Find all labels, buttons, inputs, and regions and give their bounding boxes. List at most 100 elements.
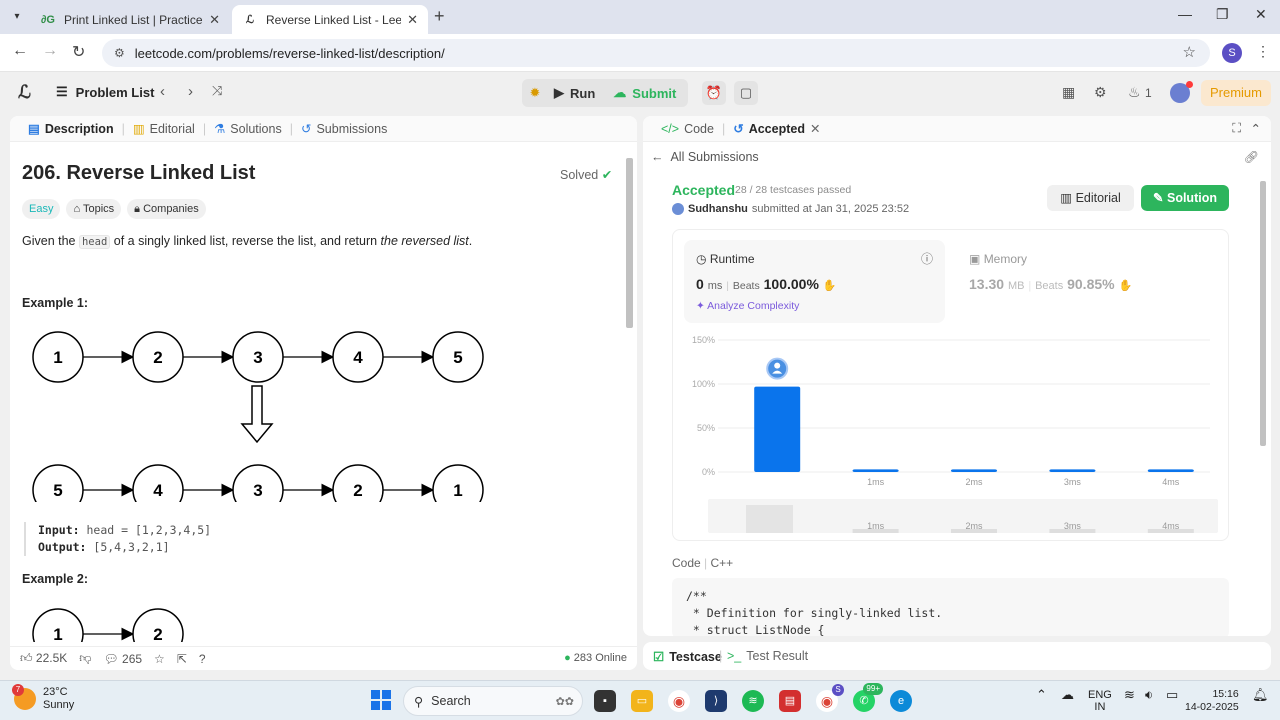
dislike-icon[interactable]: 👎︎ <box>79 651 91 666</box>
minimize-icon[interactable]: — <box>1178 6 1192 22</box>
tab-description[interactable]: ▤ Description <box>20 121 122 137</box>
submission-scrollbar[interactable] <box>1259 171 1267 631</box>
debug-icon[interactable]: ✹ <box>522 85 548 101</box>
problem-title[interactable]: 206. Reverse Linked List <box>22 162 255 185</box>
pdf-app-icon[interactable]: ▤ <box>779 690 801 712</box>
description-scrollbar[interactable] <box>624 146 634 636</box>
next-problem-icon[interactable]: › <box>188 83 193 100</box>
tab-close-icon[interactable]: ✕ <box>810 121 820 136</box>
topics-chip[interactable]: ⌂ Topics <box>66 199 122 219</box>
tab-test-result[interactable]: >_ Test Result <box>727 649 808 663</box>
tab-code[interactable]: </> Code <box>653 122 722 136</box>
shuffle-icon[interactable]: ⤨ <box>212 83 222 99</box>
list-node-value: 2 <box>153 625 162 642</box>
forward-icon[interactable]: → <box>42 42 58 60</box>
battery-icon[interactable]: ▭ <box>1166 688 1178 701</box>
editorial-button[interactable]: ▥ Editorial <box>1047 185 1134 211</box>
runtime-bar[interactable] <box>1147 469 1194 472</box>
memory-unit: MB <box>1007 280 1025 292</box>
notification-bell-icon[interactable]: 🔔︎ <box>1252 688 1269 701</box>
tab-editorial[interactable]: ▥ Editorial <box>125 121 203 137</box>
taskbar-search[interactable]: ⚲ Search ✿✿ <box>403 686 583 716</box>
submitted-code[interactable]: /** * Definition for singly-linked list.… <box>672 578 1229 636</box>
wifi-icon[interactable]: ≋ <box>1124 688 1135 701</box>
info-icon[interactable]: ⓘ <box>921 250 933 267</box>
tab-search-dropdown-icon[interactable]: ▾ <box>8 8 26 26</box>
vscode-icon[interactable]: ⟩ <box>705 690 727 712</box>
date: 14-02-2025 <box>1185 701 1239 713</box>
prev-problem-icon[interactable]: ‹ <box>160 83 165 100</box>
all-submissions-link[interactable]: ← All Submissions <box>651 150 759 164</box>
site-info-icon[interactable]: ⚙ <box>114 46 125 60</box>
list-node-value: 1 <box>453 481 462 500</box>
file-explorer-icon[interactable]: ▭ <box>631 690 653 712</box>
tab-accepted[interactable]: ↺ Accepted ✕ <box>725 121 828 137</box>
scroll-thumb[interactable] <box>1260 181 1266 446</box>
memory-box[interactable]: ▣ Memory 13.30 MB | Beats 90.85% ✋ <box>969 240 1219 323</box>
url-bar[interactable]: ⚙ leetcode.com/problems/reverse-linked-l… <box>102 39 1210 67</box>
browser-tab-geeks[interactable]: ∂G Print Linked List | Practice | Geeks … <box>30 5 230 34</box>
user-avatar[interactable] <box>1170 81 1193 103</box>
runtime-box[interactable]: ◷ Runtime ⓘ 0 ms | Beats 100.00% ✋ ✦ Ana… <box>684 240 945 323</box>
bookmark-star-icon[interactable]: ☆ <box>1183 43 1196 61</box>
reload-icon[interactable]: ↻ <box>72 42 85 62</box>
settings-gear-icon[interactable]: ⚙ <box>1094 84 1107 101</box>
language-indicator[interactable]: ENG IN <box>1088 689 1112 713</box>
share-icon[interactable]: ⇱ <box>177 652 187 666</box>
run-button[interactable]: ▶ Run <box>548 85 607 101</box>
copy-link-icon[interactable]: 🔗︎ <box>1244 150 1259 164</box>
browser-tab-leetcode[interactable]: ℒ Reverse Linked List - LeetCode ✕ <box>232 5 428 34</box>
analyze-complexity-link[interactable]: ✦ Analyze Complexity <box>696 300 799 312</box>
collapse-icon[interactable]: ⌃ <box>1251 121 1261 136</box>
companies-chip[interactable]: 🔒︎ Companies <box>127 199 206 219</box>
streak-fire-icon[interactable]: ♨ <box>1128 84 1141 101</box>
profile-avatar[interactable]: S <box>1222 43 1242 63</box>
terminal-app-icon[interactable]: ▪ <box>594 690 616 712</box>
tab-close-icon[interactable]: ✕ <box>209 12 220 28</box>
windows-start-icon[interactable] <box>371 690 391 710</box>
weather-widget[interactable]: 7 23°C Sunny <box>12 684 74 712</box>
whatsapp-icon[interactable]: ✆ 99+ <box>853 683 883 712</box>
browser-menu-icon[interactable]: ⋮ <box>1256 43 1270 60</box>
chrome-profile-icon[interactable]: ◉ S <box>816 684 844 712</box>
volume-icon[interactable]: 🔉︎ <box>1145 688 1153 701</box>
tray-expand-icon[interactable]: ⌃ <box>1036 688 1047 701</box>
runtime-bar[interactable] <box>951 469 997 472</box>
chrome-app-icon[interactable]: ◉ <box>668 690 690 712</box>
fullscreen-icon[interactable]: ⛶ <box>1232 121 1241 136</box>
username[interactable]: Sudhanshu <box>688 203 748 215</box>
tab-submissions[interactable]: ↺ Submissions <box>293 121 395 137</box>
tab-solutions[interactable]: ⚗ Solutions <box>206 121 290 137</box>
tab-close-icon[interactable]: ✕ <box>407 12 418 28</box>
runtime-bar[interactable] <box>1049 469 1096 472</box>
range-slider-window[interactable] <box>746 505 793 533</box>
scroll-thumb[interactable] <box>626 158 633 328</box>
edge-icon[interactable]: e <box>890 690 912 712</box>
onedrive-icon[interactable]: ☁ <box>1061 688 1074 701</box>
maximize-icon[interactable]: ❐ <box>1216 6 1229 23</box>
overview-tick-label: 1ms <box>867 521 885 531</box>
tab-testcase[interactable]: ☑ Testcase <box>653 649 722 665</box>
submitted-by: Sudhanshu submitted at Jan 31, 2025 23:5… <box>672 203 909 215</box>
like-button[interactable]: 👍︎ 22.5K <box>20 651 67 666</box>
back-icon[interactable]: ← <box>12 42 28 60</box>
window-close-icon[interactable]: ✕ <box>1255 6 1267 23</box>
notes-icon[interactable]: ▢ <box>734 81 758 105</box>
layout-icon[interactable]: ▦ <box>1062 84 1075 101</box>
submit-button[interactable]: ☁ Submit <box>607 85 688 101</box>
runtime-bar[interactable] <box>754 386 801 472</box>
new-tab-icon[interactable]: + <box>434 6 445 27</box>
solution-button[interactable]: ✎ Solution <box>1141 185 1229 211</box>
runtime-bar[interactable] <box>852 469 899 472</box>
clock[interactable]: 15:16 14-02-2025 <box>1185 688 1239 714</box>
help-icon[interactable]: ? <box>199 652 206 666</box>
spotify-icon[interactable]: ≋ <box>742 690 764 712</box>
timer-icon[interactable]: ⏰ <box>702 81 726 105</box>
premium-button[interactable]: Premium <box>1201 80 1271 106</box>
problem-list-button[interactable]: ☰ Problem List <box>56 84 154 100</box>
leetcode-logo-icon[interactable]: ℒ <box>18 82 36 102</box>
tab-label: Editorial <box>149 121 195 136</box>
favorite-star-icon[interactable]: ☆ <box>154 652 165 666</box>
comments-button[interactable]: 💬︎ 265 <box>103 652 142 666</box>
user-avatar[interactable] <box>672 203 684 215</box>
